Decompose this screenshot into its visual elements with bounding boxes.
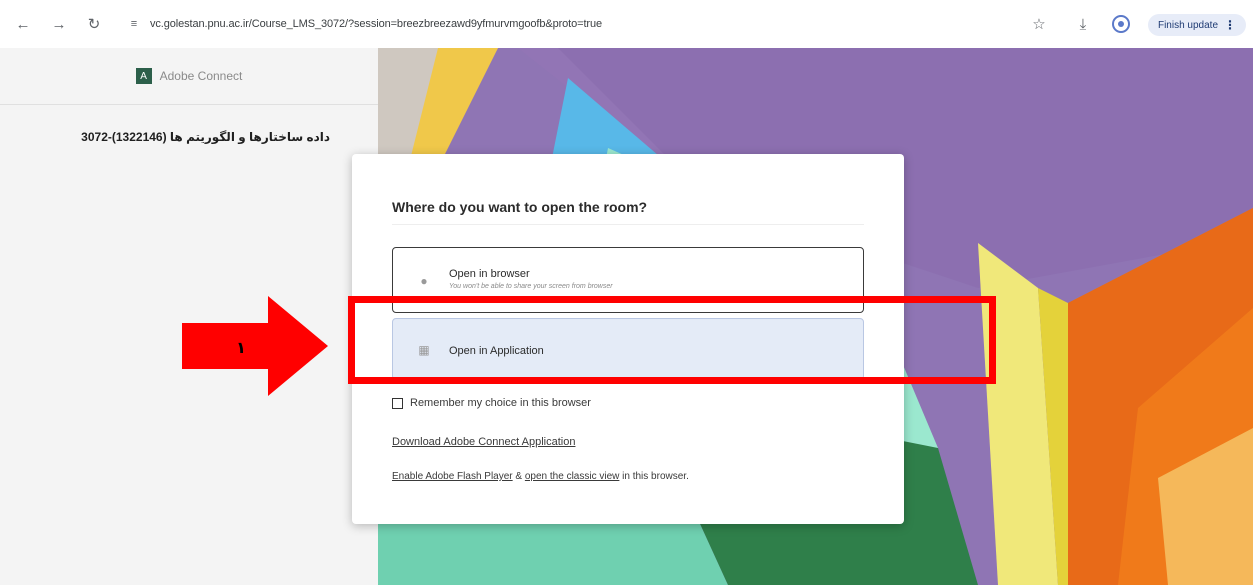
site-settings-icon[interactable]: ≡ [126,16,142,32]
open-in-browser-label: Open in browser [449,268,530,280]
open-in-browser-option[interactable]: ● Open in browser You won't be able to s… [392,247,864,313]
bookmark-star-icon[interactable]: ☆ [1028,13,1050,35]
globe-icon: ● [420,274,428,288]
remember-choice[interactable]: Remember my choice in this browser [392,397,591,409]
dialog-title: Where do you want to open the room? [392,199,648,215]
menu-icon[interactable]: ⋮ [1224,18,1236,32]
open-in-application-option[interactable]: ▦ Open in Application [392,318,864,380]
finish-update-label: Finish update [1157,19,1219,31]
download-icon[interactable]: ⤓ [1072,13,1094,35]
url-text[interactable]: vc.golestan.pnu.ac.ir/Course_LMS_3072/?s… [150,18,602,30]
enable-tail-text: in this browser. [622,471,689,482]
ampersand-text: & [515,471,523,482]
remember-label: Remember my choice in this browser [410,397,591,409]
enable-flash-link[interactable]: Enable Adobe Flash Player [392,471,513,482]
remember-checkbox[interactable] [392,397,403,409]
download-adobe-connect-link[interactable]: Download Adobe Connect Application [392,436,575,448]
brand-header: A Adobe Connect [0,48,378,105]
application-icon: ▦ [418,343,430,357]
step-number-label: ۱ [236,340,246,357]
finish-update-button[interactable]: Finish update ⋮ [1148,14,1246,36]
open-in-application-label: Open in Application [449,345,544,357]
forward-icon[interactable]: → [48,13,70,35]
open-room-dialog: Where do you want to open the room? ● Op… [352,154,904,524]
enable-flash-row: Enable Adobe Flash Player & open the cla… [392,471,689,482]
open-in-browser-sublabel: You won't be able to share your screen f… [449,283,613,290]
download-link-row: Download Adobe Connect Application [392,436,575,448]
divider [392,224,864,225]
back-icon[interactable]: ← [12,13,34,35]
classic-view-link[interactable]: open the classic view [525,471,620,482]
adobe-connect-logo-icon: A [135,68,152,84]
brand-name: Adobe Connect [159,69,243,83]
course-title: داده ساختارها و الگوریتم ها (1322146)-30… [81,130,330,144]
profile-icon[interactable] [1112,15,1130,33]
browser-toolbar: ← → ↻ ≡ vc.golestan.pnu.ac.ir/Course_LMS… [0,0,1253,49]
reload-icon[interactable]: ↻ [83,13,105,35]
address-bar[interactable]: ≡ vc.golestan.pnu.ac.ir/Course_LMS_3072/… [118,10,1018,38]
